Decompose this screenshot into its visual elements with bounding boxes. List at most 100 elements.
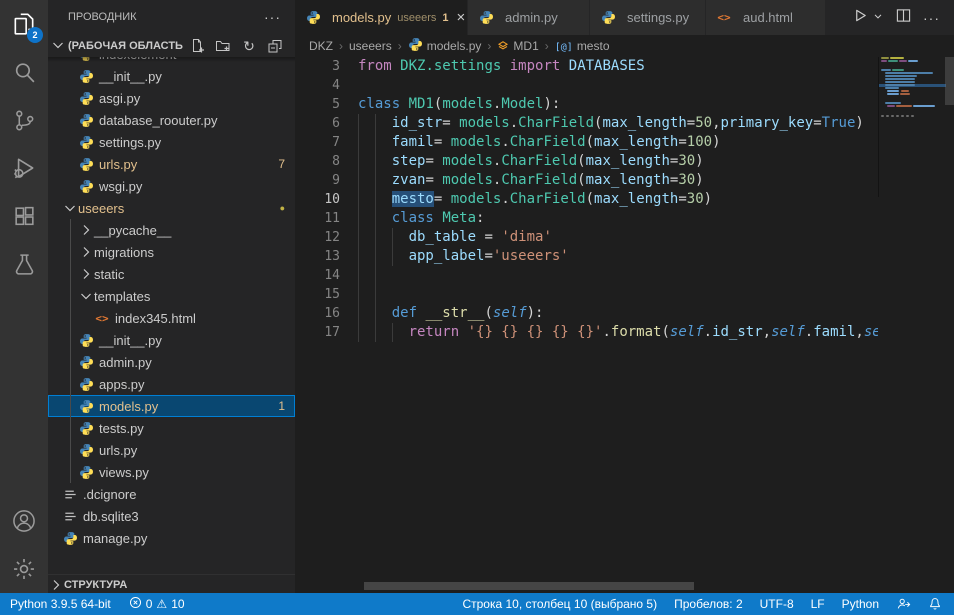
code-line-6[interactable]: 6 id_str= models.CharField(max_length=50… (295, 114, 878, 133)
breadcrumb-item-models.py[interactable]: models.py (408, 37, 482, 55)
breadcrumb-item-DKZ[interactable]: DKZ (309, 39, 333, 53)
horizontal-scrollbar[interactable] (364, 582, 694, 590)
outline-section-header[interactable]: СТРУКТУРА (48, 574, 295, 594)
source-control-activity-button[interactable] (0, 96, 48, 144)
testing-activity-button[interactable] (0, 240, 48, 288)
line-number[interactable]: 11 (295, 209, 340, 228)
split-editor-icon[interactable] (896, 8, 911, 28)
code-line-12[interactable]: 12 db_table = 'dima' (295, 228, 878, 247)
line-number[interactable]: 17 (295, 323, 340, 342)
tree-item-useeers[interactable]: useeers● (48, 197, 295, 219)
tree-item-manage.py[interactable]: manage.py (48, 527, 295, 549)
tree-item-settings.py[interactable]: settings.py (48, 131, 295, 153)
run-debug-activity-button[interactable] (0, 144, 48, 192)
search-activity-button[interactable] (0, 48, 48, 96)
run-icon[interactable] (853, 8, 868, 28)
tab-label: settings.py (627, 10, 689, 25)
breadcrumb-item-MD1[interactable]: MD1 (497, 39, 538, 54)
editor[interactable]: 3from DKZ.settings import DATABASES45cla… (295, 57, 954, 593)
tree-item-urls.py[interactable]: urls.py7 (48, 153, 295, 175)
tree-item-wsgi.py[interactable]: wsgi.py (48, 175, 295, 197)
code-line-9[interactable]: 9 zvan= models.CharField(max_length=30) (295, 171, 878, 190)
code-line-14[interactable]: 14 (295, 266, 878, 285)
breadcrumb-item-mesto[interactable]: [@]mesto (555, 39, 610, 53)
tab-aud.html[interactable]: <>aud.html (706, 0, 826, 35)
close-icon[interactable]: × (457, 9, 466, 26)
line-number[interactable]: 14 (295, 266, 340, 285)
tree-item-admin.py[interactable]: admin.py (48, 351, 295, 373)
tree-item-static[interactable]: static (48, 263, 295, 285)
line-number[interactable]: 12 (295, 228, 340, 247)
tree-item-views.py[interactable]: views.py (48, 461, 295, 483)
breadcrumb-label: mesto (577, 39, 610, 53)
code-line-7[interactable]: 7 famil= models.CharField(max_length=100… (295, 133, 878, 152)
code-line-4[interactable]: 4 (295, 76, 878, 95)
line-number[interactable]: 10 (295, 190, 340, 209)
cursor-position[interactable]: Строка 10, столбец 10 (выбрано 5) (462, 597, 657, 611)
tree-item-asgi.py[interactable]: asgi.py (48, 87, 295, 109)
feedback-icon[interactable] (896, 597, 911, 611)
explorer-activity-button[interactable]: 2 (0, 0, 48, 48)
code-line-17[interactable]: 17 return '{} {} {} {} {}'.format(self.i… (295, 323, 878, 342)
code-line-13[interactable]: 13 app_label='useeers' (295, 247, 878, 266)
notifications-bell-icon[interactable] (928, 597, 942, 611)
tree-item-indexelement[interactable]: indexelement (48, 57, 295, 65)
minimap[interactable] (878, 57, 946, 197)
activity-bar: 2 (0, 0, 48, 593)
problems-indicator[interactable]: 0⚠10 (129, 596, 185, 612)
python-interpreter[interactable]: Python 3.9.5 64-bit (10, 597, 111, 611)
vertical-scrollbar[interactable] (945, 57, 954, 105)
run-dropdown-icon[interactable] (872, 9, 884, 27)
tree-item-urls.py[interactable]: urls.py (48, 439, 295, 461)
tree-item-migrations[interactable]: migrations (48, 241, 295, 263)
line-number[interactable]: 3 (295, 57, 340, 76)
code-line-3[interactable]: 3from DKZ.settings import DATABASES (295, 57, 878, 76)
line-number[interactable]: 6 (295, 114, 340, 133)
tree-item-__pycache__[interactable]: __pycache__ (48, 219, 295, 241)
line-number[interactable]: 13 (295, 247, 340, 266)
indentation[interactable]: Пробелов: 2 (674, 597, 743, 611)
account-activity-button[interactable] (0, 497, 48, 545)
breadcrumb-item-useeers[interactable]: useeers (349, 39, 392, 53)
code-line-10[interactable]: 10 mesto= models.CharField(max_length=30… (295, 190, 878, 209)
collapse-all-icon[interactable] (267, 38, 283, 54)
language[interactable]: Python (842, 597, 879, 611)
tree-item-db.sqlite3[interactable]: db.sqlite3 (48, 505, 295, 527)
refresh-icon[interactable]: ↻ (241, 38, 257, 54)
more-actions-icon[interactable]: ··· (923, 10, 940, 26)
tree-item-__init__.py[interactable]: __init__.py (48, 329, 295, 351)
new-file-icon[interactable] (189, 38, 205, 54)
tree-item-models.py[interactable]: models.py1 (48, 395, 295, 417)
code-line-11[interactable]: 11 class Meta: (295, 209, 878, 228)
tree-item-index345.html[interactable]: <>index345.html (48, 307, 295, 329)
code-line-8[interactable]: 8 step= models.CharField(max_length=30) (295, 152, 878, 171)
line-number[interactable]: 15 (295, 285, 340, 304)
workspace-section-header[interactable]: (РАБОЧАЯ ОБЛАСТЬ) ... ↻ (48, 35, 295, 57)
line-number[interactable]: 7 (295, 133, 340, 152)
code-line-16[interactable]: 16 def __str__(self): (295, 304, 878, 323)
tab-settings.py[interactable]: settings.py (590, 0, 706, 35)
tree-item-label: templates (94, 289, 150, 304)
encoding[interactable]: UTF-8 (760, 597, 794, 611)
code-area[interactable]: 3from DKZ.settings import DATABASES45cla… (295, 57, 878, 342)
tree-item-database_roouter.py[interactable]: database_roouter.py (48, 109, 295, 131)
tab-admin.py[interactable]: admin.py (468, 0, 590, 35)
code-line-15[interactable]: 15 (295, 285, 878, 304)
views-more-actions-icon[interactable]: ··· (264, 0, 281, 35)
line-number[interactable]: 4 (295, 76, 340, 95)
line-number[interactable]: 8 (295, 152, 340, 171)
line-number[interactable]: 5 (295, 95, 340, 114)
tree-item-.dcignore[interactable]: .dcignore (48, 483, 295, 505)
line-number[interactable]: 9 (295, 171, 340, 190)
new-folder-icon[interactable] (215, 38, 231, 54)
tab-models.py[interactable]: models.pyuseeers1× (295, 0, 468, 35)
tree-item-tests.py[interactable]: tests.py (48, 417, 295, 439)
tree-item-__init__.py[interactable]: __init__.py (48, 65, 295, 87)
extensions-activity-button[interactable] (0, 192, 48, 240)
tree-item-templates[interactable]: templates (48, 285, 295, 307)
line-number[interactable]: 16 (295, 304, 340, 323)
eol[interactable]: LF (811, 597, 825, 611)
settings-activity-button[interactable] (0, 545, 48, 593)
code-line-5[interactable]: 5class MD1(models.Model): (295, 95, 878, 114)
tree-item-apps.py[interactable]: apps.py (48, 373, 295, 395)
